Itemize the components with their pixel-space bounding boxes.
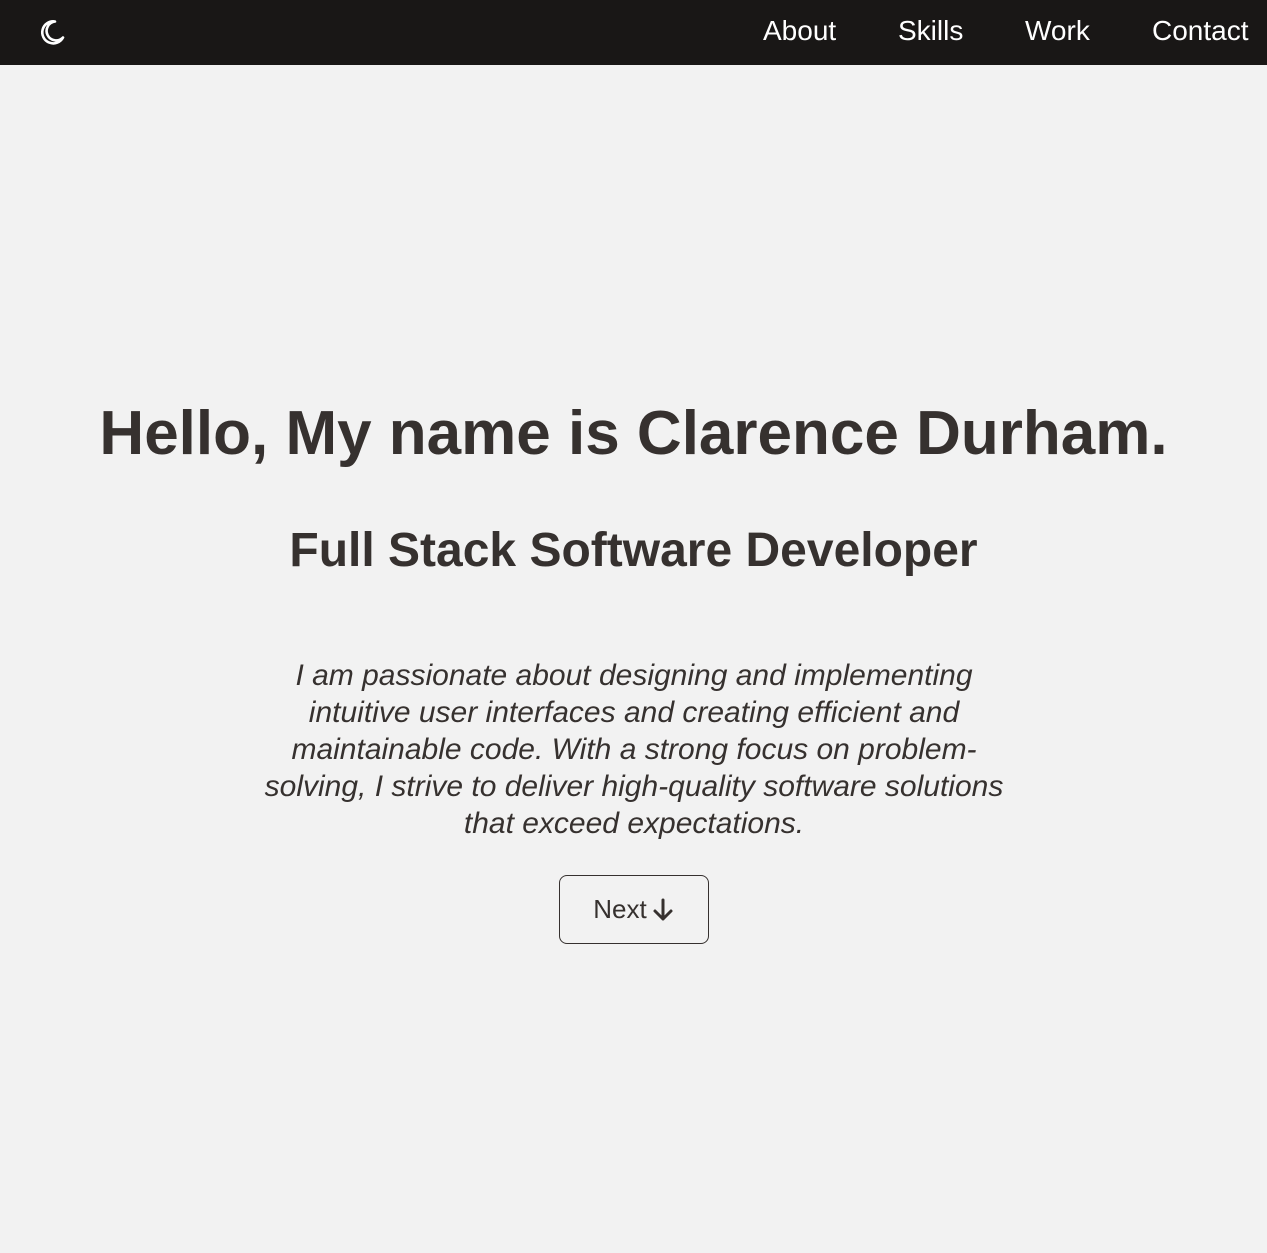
- navbar: About Skills Work Contact: [0, 0, 1267, 65]
- hero-subtitle: Full Stack Software Developer: [289, 524, 978, 577]
- hero-title: Hello, My name is Clarence Durham.: [99, 399, 1168, 468]
- next-button[interactable]: Next: [559, 875, 709, 944]
- hero-description: I am passionate about designing and impl…: [264, 659, 1004, 840]
- next-button-label: Next: [593, 894, 647, 924]
- nav-link-contact[interactable]: Contact: [1152, 14, 1249, 48]
- nav-link-work[interactable]: Work: [1025, 14, 1090, 48]
- arrow-down-icon: [651, 897, 675, 923]
- nav-link-about[interactable]: About: [763, 14, 836, 48]
- nav-link-skills[interactable]: Skills: [898, 14, 963, 48]
- moon-icon[interactable]: [38, 18, 66, 46]
